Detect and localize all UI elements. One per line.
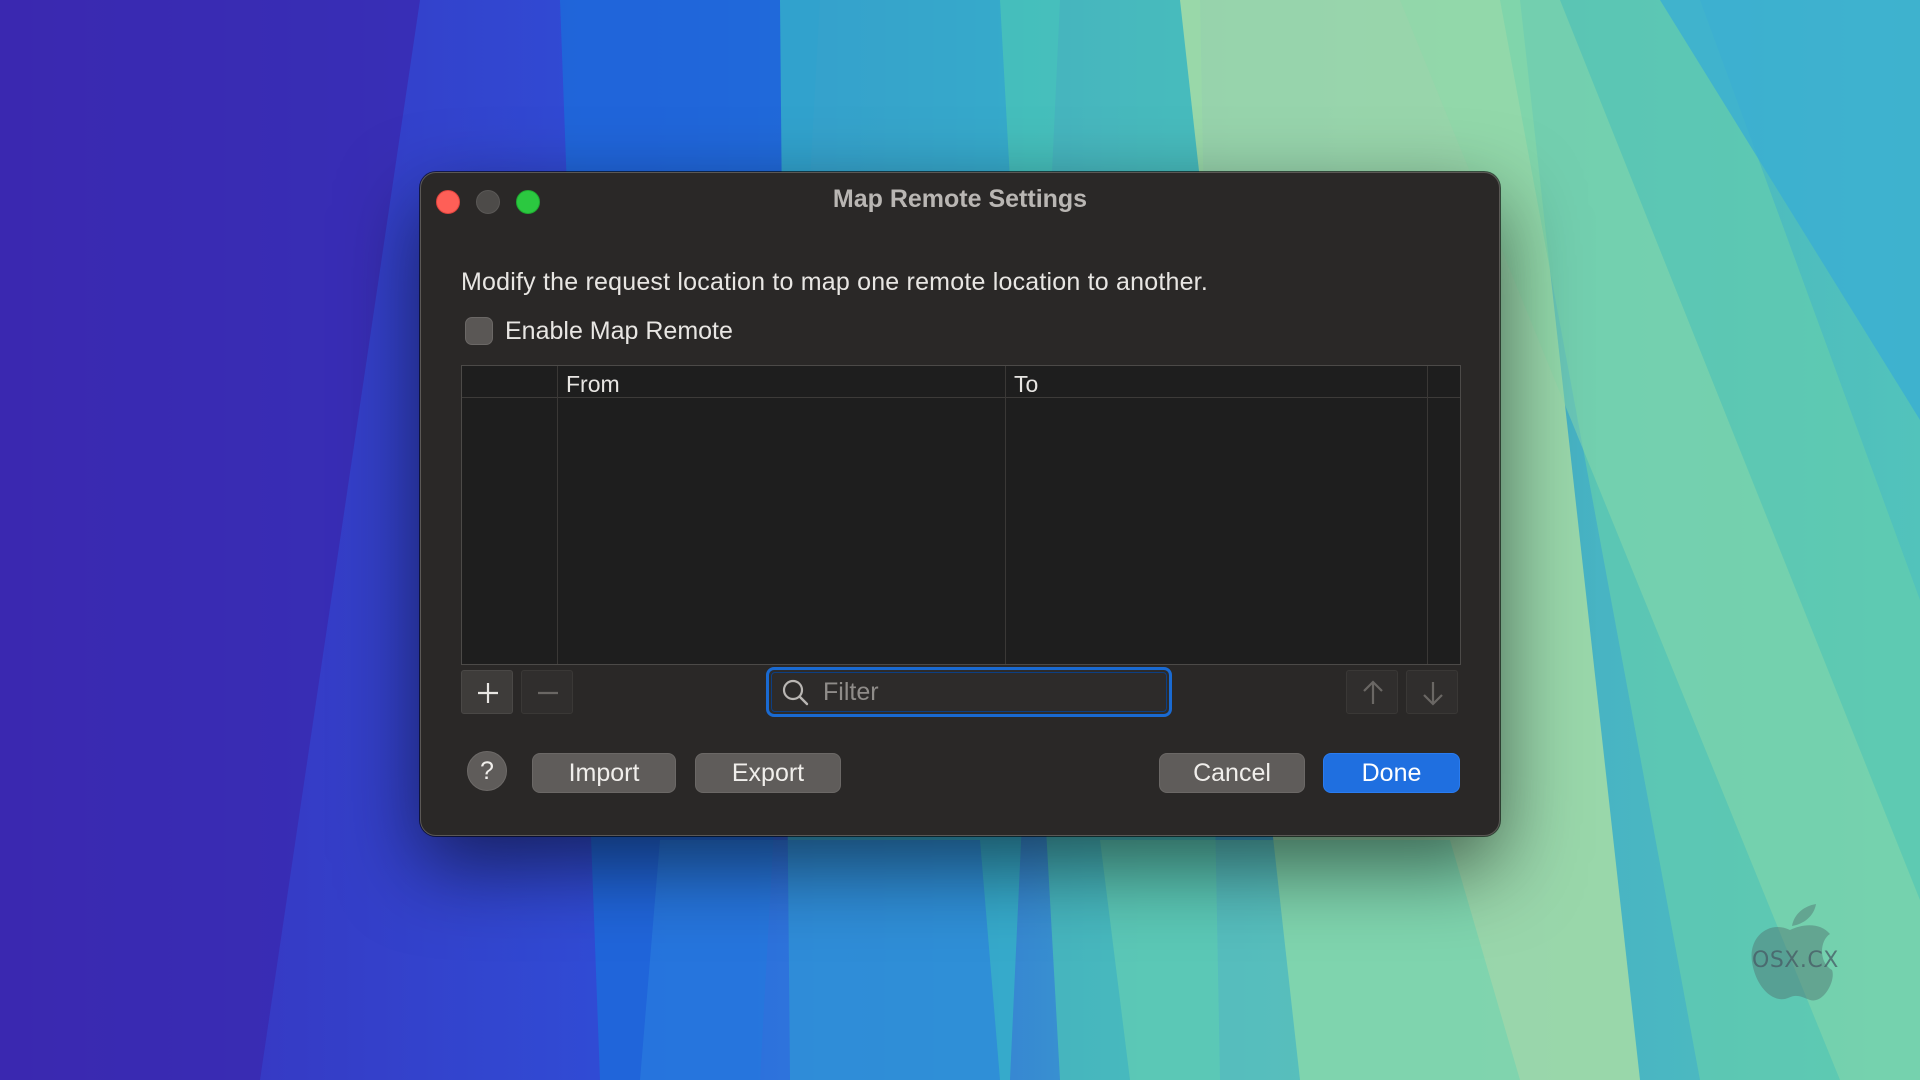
move-up-button[interactable] (1346, 670, 1398, 714)
arrow-up-icon (1363, 680, 1383, 704)
remove-mapping-button[interactable] (521, 670, 573, 714)
column-header-to[interactable]: To (1014, 371, 1038, 398)
watermark-text: OSX.CX (1752, 948, 1839, 973)
import-button[interactable]: Import (532, 753, 676, 793)
done-button[interactable]: Done (1323, 753, 1460, 793)
enable-map-remote-checkbox[interactable] (465, 317, 493, 345)
plus-icon (478, 683, 498, 703)
column-separator (1005, 366, 1006, 664)
column-separator (557, 366, 558, 664)
mappings-table[interactable]: From To (461, 365, 1461, 665)
filter-input[interactable] (821, 674, 1155, 710)
titlebar: Map Remote Settings (421, 173, 1499, 227)
table-header: From To (462, 366, 1460, 398)
filter-field[interactable] (766, 667, 1172, 717)
enable-map-remote-label[interactable]: Enable Map Remote (505, 317, 733, 346)
window-title: Map Remote Settings (832, 185, 1088, 213)
arrow-down-icon (1423, 682, 1443, 706)
help-button[interactable]: ? (467, 751, 507, 791)
search-icon (782, 679, 809, 706)
column-header-from[interactable]: From (566, 371, 620, 398)
minus-icon (538, 691, 558, 695)
cancel-button[interactable]: Cancel (1159, 753, 1305, 793)
add-mapping-button[interactable] (461, 670, 513, 714)
map-remote-settings-dialog: Map Remote Settings Modify the request l… (420, 172, 1500, 836)
move-down-button[interactable] (1406, 670, 1458, 714)
export-button[interactable]: Export (695, 753, 841, 793)
column-separator (1427, 366, 1428, 664)
description-text: Modify the request location to map one r… (461, 268, 1208, 296)
enable-map-remote-row[interactable]: Enable Map Remote (465, 315, 733, 347)
desktop: OSX.CX Map Remote Settings Modify the re… (0, 0, 1920, 1080)
